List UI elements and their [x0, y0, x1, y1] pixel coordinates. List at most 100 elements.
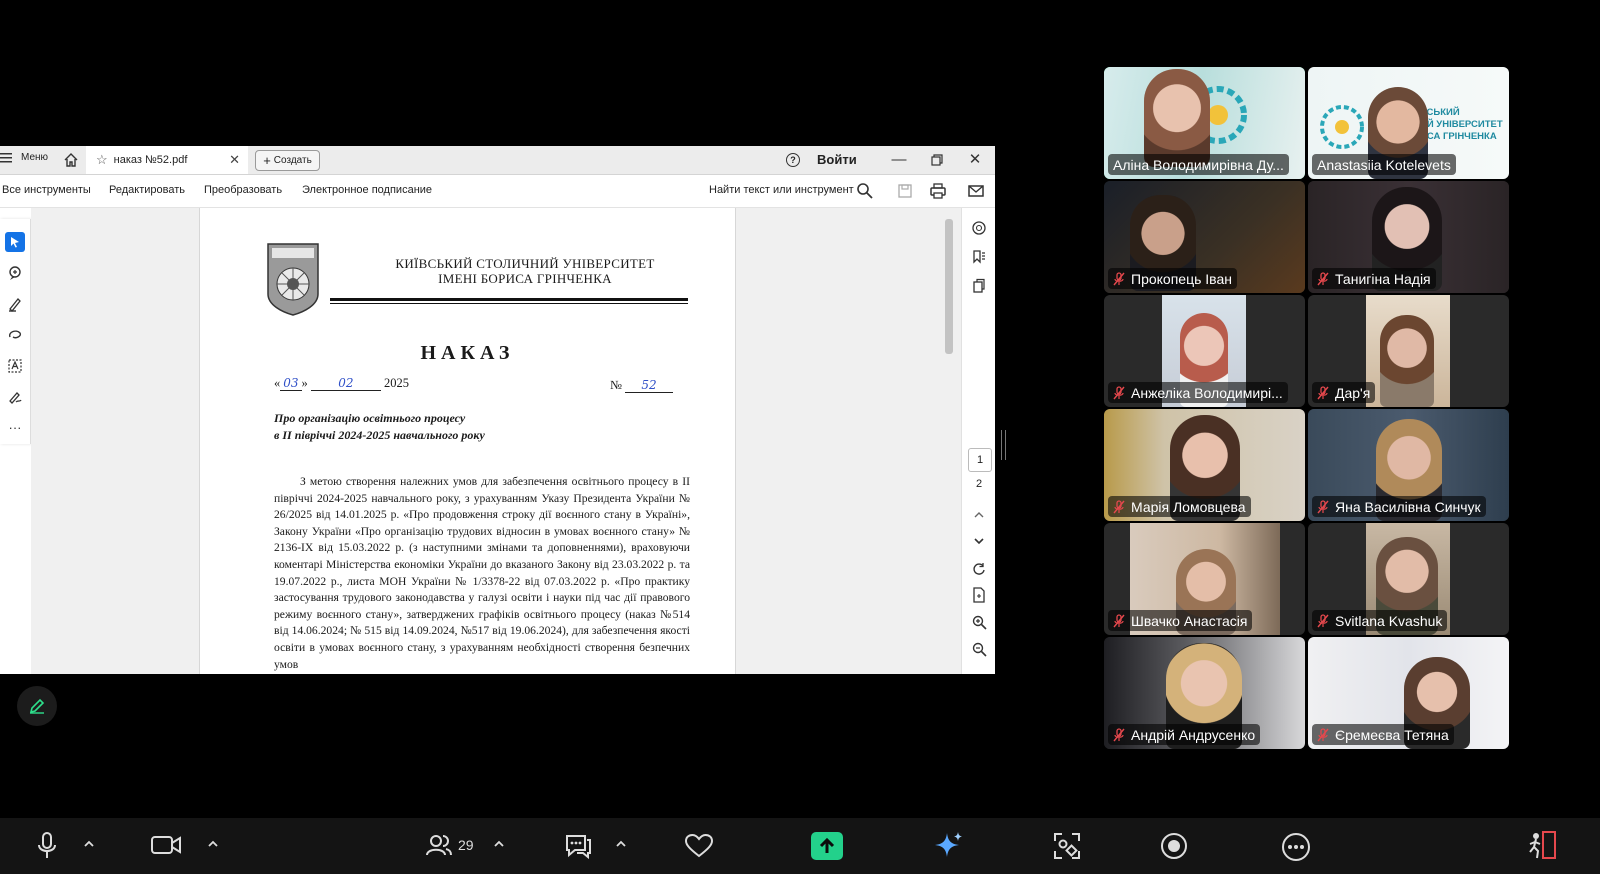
- select-tool-icon[interactable]: [5, 232, 25, 252]
- page-fit-icon[interactable]: [970, 586, 988, 604]
- chevron-up-icon[interactable]: [208, 839, 218, 849]
- microphone-button[interactable]: [36, 831, 58, 861]
- reactions-button[interactable]: [684, 833, 714, 859]
- participant-tile[interactable]: Яна Василівна Синчук: [1308, 409, 1509, 521]
- mic-muted-icon: [1113, 385, 1125, 400]
- find-tool-input[interactable]: Найти текст или инструмент: [709, 184, 854, 196]
- help-icon[interactable]: ?: [786, 153, 800, 167]
- pages-panel-icon[interactable]: [970, 277, 988, 295]
- participants-button[interactable]: 29: [426, 833, 474, 857]
- document-heading: НАКАЗ: [420, 342, 515, 364]
- participant-tile[interactable]: Швачко Анастасія: [1104, 523, 1305, 635]
- more-tools-icon[interactable]: ···: [5, 417, 25, 437]
- tab-title: наказ №52.pdf: [113, 154, 188, 166]
- header-rule-thin: [330, 303, 688, 304]
- chevron-up-icon[interactable]: [494, 839, 504, 849]
- scrollbar-thumb[interactable]: [945, 219, 953, 354]
- zoom-in-icon[interactable]: [970, 613, 988, 631]
- tool-convert[interactable]: Преобразовать: [204, 184, 282, 196]
- bookmark-panel-icon[interactable]: [970, 248, 988, 266]
- participant-name-text: Anastasiia Kotelevets: [1317, 156, 1451, 173]
- share-screen-button[interactable]: [811, 832, 843, 860]
- close-window-icon[interactable]: ✕: [964, 149, 986, 171]
- share-resize-handle[interactable]: [1001, 430, 1006, 460]
- page-number-next[interactable]: 2: [968, 478, 990, 490]
- participant-tile[interactable]: Дар'я: [1308, 295, 1509, 407]
- star-icon[interactable]: ☆: [96, 152, 108, 168]
- tool-edit[interactable]: Редактировать: [109, 184, 185, 196]
- chevron-up-icon[interactable]: [616, 839, 626, 849]
- participant-tile[interactable]: ВСЬКИЙ ИЙ УНІВЕРСИТЕТ ИСА ГРІНЧЕНКА Anasta…: [1308, 67, 1509, 179]
- pdf-viewer-window: Меню ☆ наказ №52.pdf ✕ + Создать ? Войти…: [0, 146, 995, 674]
- record-button[interactable]: [1160, 832, 1188, 860]
- participant-tile[interactable]: Танигіна Надія: [1308, 181, 1509, 293]
- apps-button[interactable]: [1052, 831, 1082, 861]
- meeting-toolbar: 29: [0, 818, 1600, 874]
- chevron-up-icon[interactable]: [970, 506, 988, 524]
- mic-muted-icon: [1317, 499, 1329, 514]
- participant-tile[interactable]: Svitlana Kvashuk: [1308, 523, 1509, 635]
- sign-tool-icon[interactable]: [5, 387, 25, 407]
- page-number-current[interactable]: 1: [968, 448, 992, 472]
- participant-name: Анжеліка Володимирі...: [1108, 382, 1288, 403]
- participant-name-text: Svitlana Kvashuk: [1335, 612, 1443, 629]
- chat-icon: [566, 835, 591, 860]
- zoom-out-icon[interactable]: [970, 640, 988, 658]
- highlight-tool-icon[interactable]: [5, 294, 25, 314]
- draw-tool-icon[interactable]: [5, 325, 25, 345]
- participant-name: Марія Ломовцева: [1108, 496, 1251, 517]
- mic-muted-icon: [1113, 499, 1125, 514]
- date-year: 2025: [384, 376, 410, 390]
- participant-tile[interactable]: Єремеєва Тетяна: [1308, 637, 1509, 749]
- header-rule: [330, 298, 688, 301]
- participant-name: Аліна Володимирівна Ду...: [1108, 154, 1289, 175]
- restore-icon[interactable]: [926, 149, 948, 171]
- participant-tile[interactable]: Анжеліка Володимирі...: [1104, 295, 1305, 407]
- login-button[interactable]: Войти: [817, 152, 857, 167]
- participant-grid: Аліна Володимирівна Ду... ВСЬКИЙ ИЙ УНІВЕ…: [1104, 67, 1509, 753]
- chevron-up-icon[interactable]: [84, 839, 94, 849]
- subject-line1: Про організацію освітнього процесу: [274, 411, 466, 425]
- home-icon[interactable]: [62, 151, 80, 169]
- participant-name: Яна Василівна Синчук: [1312, 496, 1486, 517]
- print-icon[interactable]: [928, 181, 948, 201]
- email-icon[interactable]: [966, 181, 986, 201]
- create-button[interactable]: + Создать: [255, 150, 320, 171]
- rotate-icon[interactable]: [970, 560, 988, 578]
- minimize-icon[interactable]: —: [888, 149, 910, 171]
- leave-button[interactable]: [1526, 830, 1558, 860]
- text-box-tool-icon[interactable]: [5, 356, 25, 376]
- search-icon[interactable]: [855, 181, 875, 201]
- ai-companion-button[interactable]: [934, 830, 964, 860]
- participant-tile[interactable]: Марія Ломовцева: [1104, 409, 1305, 521]
- save-icon[interactable]: [895, 181, 915, 201]
- apps-icon: [1054, 833, 1080, 859]
- chevron-down-icon[interactable]: [970, 532, 988, 550]
- tool-esign[interactable]: Электронное подписание: [302, 184, 432, 196]
- tool-all-tools[interactable]: Все инструменты: [2, 184, 91, 196]
- participant-name: Anastasiia Kotelevets: [1312, 154, 1456, 175]
- right-tool-rail: 1 2: [961, 208, 995, 674]
- participant-tile[interactable]: Андрій Андрусенко: [1104, 637, 1305, 749]
- close-tab-icon[interactable]: ✕: [229, 152, 240, 168]
- ai-assistant-icon[interactable]: [970, 219, 988, 237]
- university-crest: [267, 243, 319, 316]
- mic-muted-icon: [1317, 613, 1329, 628]
- annotate-button[interactable]: [17, 686, 57, 726]
- chat-button[interactable]: [563, 832, 593, 860]
- participants-count: 29: [458, 837, 474, 853]
- participant-name: Андрій Андрусенко: [1108, 724, 1261, 745]
- comment-tool-icon[interactable]: [5, 263, 25, 283]
- more-button[interactable]: [1281, 832, 1311, 862]
- menu-button[interactable]: Меню: [0, 152, 48, 163]
- video-button[interactable]: [150, 833, 182, 857]
- order-body: З метою створення належних умов для забе…: [274, 474, 690, 673]
- pdf-toolbar: Все инструменты Редактировать Преобразов…: [0, 175, 995, 208]
- participant-name-text: Анжеліка Володимирі...: [1131, 384, 1283, 401]
- participant-tile[interactable]: Прокопець Іван: [1104, 181, 1305, 293]
- order-subject: Про організацію освітнього процесу в ІІ …: [274, 410, 485, 444]
- share-icon-bg: [811, 832, 843, 860]
- participant-tile[interactable]: Аліна Володимирівна Ду...: [1104, 67, 1305, 179]
- tab-document[interactable]: ☆ наказ №52.pdf ✕: [86, 146, 248, 174]
- participant-name: Дар'я: [1312, 382, 1376, 403]
